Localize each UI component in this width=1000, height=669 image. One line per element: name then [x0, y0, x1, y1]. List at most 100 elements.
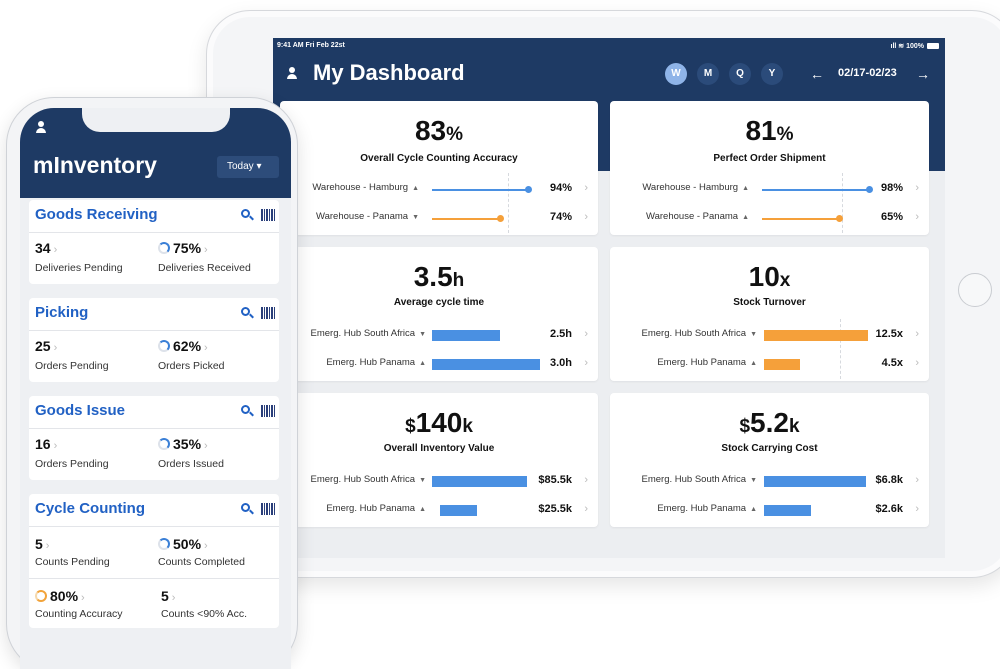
search-icon[interactable]: [241, 209, 254, 221]
kpi-row[interactable]: Emerg. Hub South Africa ▼ 12.5x ›: [610, 328, 929, 344]
period-week-button[interactable]: W: [665, 63, 687, 85]
kpi-value: $5.2k: [739, 407, 800, 438]
metric-value[interactable]: 75% ›: [158, 240, 208, 256]
app-title: mInventory: [33, 152, 157, 178]
chevron-right-icon: ›: [584, 474, 588, 486]
kpi-row[interactable]: Emerg. Hub Panama ▲ $25.5k ›: [280, 503, 598, 519]
kpi-row[interactable]: Warehouse - Hamburg ▲ 98% ›: [610, 182, 929, 198]
metric-value[interactable]: 35% ›: [158, 436, 208, 452]
section-title: Picking: [35, 304, 89, 321]
chevron-right-icon: ›: [915, 474, 919, 486]
user-icon[interactable]: [34, 120, 48, 134]
metric-label: Counts Completed: [158, 556, 245, 568]
section-card-cycle-counting[interactable]: Cycle Counting 5 › Counts Pending 50% › Co…: [29, 494, 279, 628]
trend-up-icon: ▲: [750, 506, 757, 513]
chevron-right-icon: ›: [584, 328, 588, 340]
kpi-row[interactable]: Emerg. Hub Panama ▲ $2.6k ›: [610, 503, 929, 519]
kpi-card-perfect-order[interactable]: 81% Perfect Order Shipment Warehouse - H…: [610, 101, 929, 235]
kpi-row[interactable]: Warehouse - Hamburg ▲ 94% ›: [280, 182, 598, 198]
kpi-row[interactable]: Warehouse - Panama ▲ 65% ›: [610, 211, 929, 227]
trend-down-icon: ▼: [419, 477, 426, 484]
prev-period-arrow-icon[interactable]: ←: [810, 63, 824, 85]
section-card-goods-receiving[interactable]: Goods Receiving 34 › Deliveries Pending 7…: [29, 200, 279, 284]
metric-label: Deliveries Received: [158, 262, 251, 274]
value-bar: [764, 330, 868, 341]
barcode-icon[interactable]: [261, 307, 275, 319]
chevron-right-icon: ›: [915, 211, 919, 223]
search-icon[interactable]: [241, 307, 254, 319]
phone-notch: [82, 108, 230, 132]
kpi-card-cycle-accuracy[interactable]: 83% Overall Cycle Counting Accuracy Ware…: [280, 101, 598, 235]
metric-label: Orders Pending: [35, 360, 109, 372]
kpi-subtitle: Stock Turnover: [733, 297, 806, 308]
metric-value[interactable]: 5 ›: [161, 588, 175, 604]
kpi-row[interactable]: Emerg. Hub South Africa ▼ 2.5h ›: [280, 328, 598, 344]
kpi-value: 10x: [748, 261, 791, 292]
period-select[interactable]: Today ▾: [217, 156, 279, 178]
value-bar: [440, 505, 477, 516]
kpi-subtitle: Overall Cycle Counting Accuracy: [360, 153, 518, 164]
section-title: Cycle Counting: [35, 500, 146, 517]
metric-value[interactable]: 5 ›: [35, 536, 49, 552]
kpi-row[interactable]: Emerg. Hub South Africa ▼ $85.5k ›: [280, 474, 598, 490]
metric-value[interactable]: 50% ›: [158, 536, 208, 552]
chevron-right-icon: ›: [584, 182, 588, 194]
chevron-right-icon: ›: [584, 503, 588, 515]
kpi-subtitle: Stock Carrying Cost: [721, 443, 818, 454]
period-year-button[interactable]: Y: [761, 63, 783, 85]
chevron-right-icon: ›: [584, 357, 588, 369]
kpi-row[interactable]: Emerg. Hub Panama ▲ 4.5x ›: [610, 357, 929, 373]
search-icon[interactable]: [241, 405, 254, 417]
trend-up-icon: ▲: [742, 185, 749, 192]
progress-dot: [497, 215, 504, 222]
battery-icon: [927, 43, 939, 50]
value-bar: [432, 476, 527, 487]
kpi-row[interactable]: Warehouse - Panama ▼ 74% ›: [280, 211, 598, 227]
status-time: 9:41 AM Fri Feb 22st: [277, 42, 345, 49]
kpi-card-avg-cycle-time[interactable]: 3.5h Average cycle time Emerg. Hub South…: [280, 247, 598, 381]
metric-value[interactable]: 34 ›: [35, 240, 57, 256]
barcode-icon[interactable]: [261, 209, 275, 221]
tablet-home-button[interactable]: [958, 273, 992, 307]
kpi-row[interactable]: Emerg. Hub South Africa ▼ $6.8k ›: [610, 474, 929, 490]
user-icon[interactable]: [285, 66, 299, 80]
section-card-goods-issue[interactable]: Goods Issue 16 › Orders Pending 35% › Orde…: [29, 396, 279, 480]
chevron-right-icon: ›: [915, 503, 919, 515]
wifi-icon: ıll ≋: [890, 43, 907, 50]
progress-line: [762, 218, 839, 220]
status-bar: 9:41 AM Fri Feb 22st ıll ≋ 100%: [273, 38, 945, 54]
phone-screen: mInventory Today ▾ Goods Receiving 34 › D…: [20, 108, 291, 669]
kpi-value: 81%: [745, 115, 794, 146]
barcode-icon[interactable]: [261, 503, 275, 515]
next-period-arrow-icon[interactable]: →: [916, 63, 930, 85]
progress-ring-icon: [158, 340, 170, 352]
trend-down-icon: ▼: [750, 331, 757, 338]
period-month-button[interactable]: M: [697, 63, 719, 85]
trend-up-icon: ▲: [419, 360, 426, 367]
chevron-right-icon: ›: [915, 357, 919, 369]
kpi-value: 83%: [414, 115, 464, 146]
progress-dot: [836, 215, 843, 222]
metric-value[interactable]: 25 ›: [35, 338, 57, 354]
kpi-card-stock-turnover[interactable]: 10x Stock Turnover Emerg. Hub South Afri…: [610, 247, 929, 381]
kpi-row[interactable]: Emerg. Hub Panama ▲ 3.0h ›: [280, 357, 598, 373]
metric-value[interactable]: 16 ›: [35, 436, 57, 452]
search-icon[interactable]: [241, 503, 254, 515]
metric-label: Orders Picked: [158, 360, 225, 372]
value-bar: [764, 476, 866, 487]
section-card-picking[interactable]: Picking 25 › Orders Pending 62% › Orders P…: [29, 298, 279, 382]
app-header: mInventory Today ▾: [20, 108, 291, 198]
trend-down-icon: ▼: [419, 331, 426, 338]
period-quarter-button[interactable]: Q: [729, 63, 751, 85]
metric-value[interactable]: 62% ›: [158, 338, 208, 354]
value-bar: [764, 505, 811, 516]
metric-label: Counting Accuracy: [35, 608, 123, 620]
progress-dot: [525, 186, 532, 193]
barcode-icon[interactable]: [261, 405, 275, 417]
kpi-card-inventory-value[interactable]: $140k Overall Inventory Value Emerg. Hub…: [280, 393, 598, 527]
value-bar: [432, 359, 540, 370]
kpi-card-carrying-cost[interactable]: $5.2k Stock Carrying Cost Emerg. Hub Sou…: [610, 393, 929, 527]
progress-line: [432, 189, 528, 191]
tablet-screen: 9:41 AM Fri Feb 22st ıll ≋ 100% My Dashb…: [273, 38, 945, 558]
metric-value[interactable]: 80% ›: [35, 588, 85, 604]
